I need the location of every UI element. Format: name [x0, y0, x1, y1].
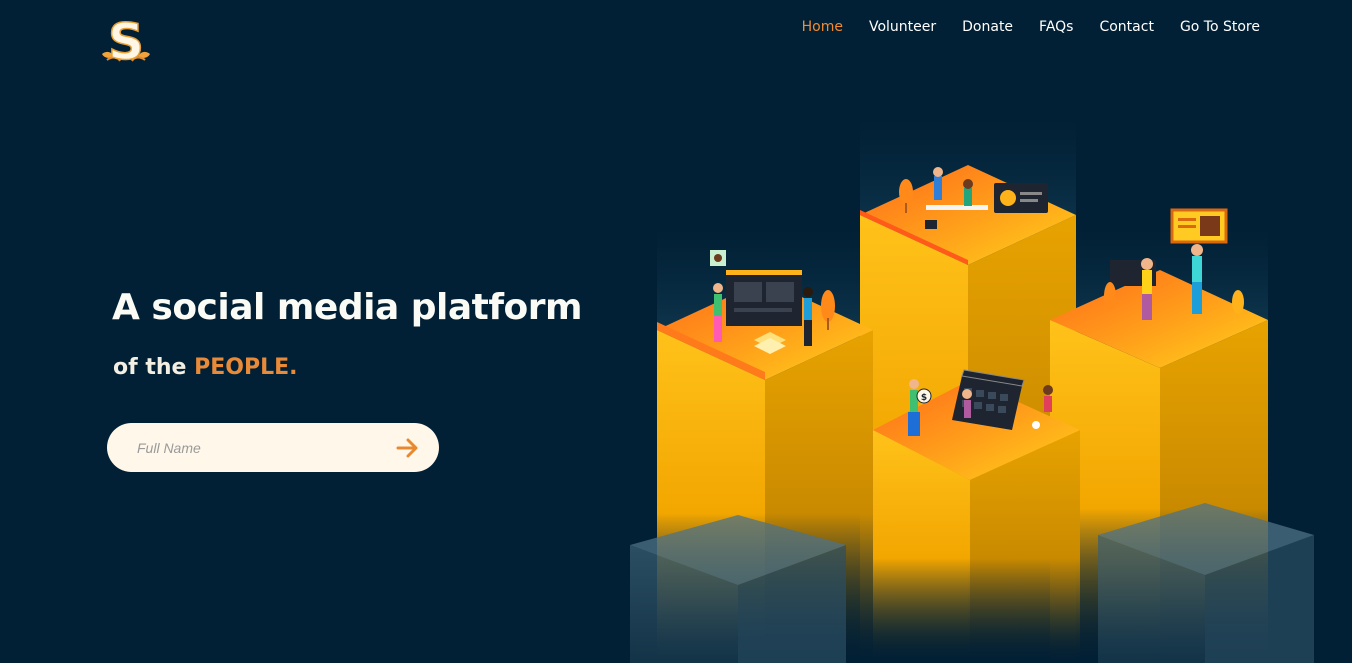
nav-go-to-store[interactable]: Go To Store — [1180, 18, 1260, 36]
signup-form — [107, 423, 439, 472]
isometric-community-illustration: $ — [630, 120, 1314, 663]
nav-home[interactable]: Home — [802, 18, 843, 36]
hero-title: A social media platform — [112, 287, 583, 328]
svg-text:$: $ — [921, 393, 927, 403]
svg-text:S: S — [108, 13, 144, 66]
hero-subtitle-highlight: PEOPLE. — [194, 355, 298, 380]
nav-faqs[interactable]: FAQs — [1039, 18, 1073, 36]
nav-donate[interactable]: Donate — [962, 18, 1013, 36]
logo-icon[interactable]: S — [98, 10, 154, 66]
arrow-right-icon[interactable] — [395, 435, 421, 461]
nav-contact[interactable]: Contact — [1099, 18, 1153, 36]
nav-volunteer[interactable]: Volunteer — [869, 18, 936, 36]
full-name-input[interactable] — [107, 423, 377, 472]
main-nav: Home Volunteer Donate FAQs Contact Go To… — [802, 18, 1260, 36]
hero-subtitle: of the PEOPLE. — [113, 355, 298, 380]
hero-subtitle-prefix: of the — [113, 355, 187, 380]
